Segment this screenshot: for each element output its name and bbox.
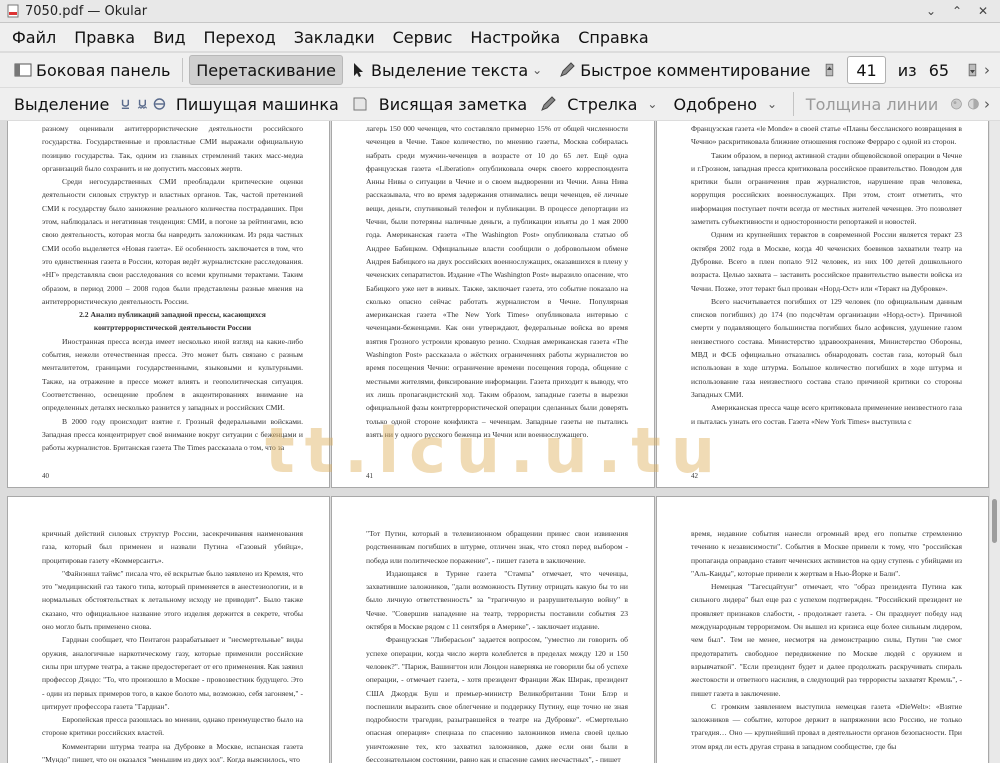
typewriter-tool-button[interactable]: Пишущая машинка [170,90,345,118]
highlight-label: Выделение [14,94,110,114]
stamp-tool-button[interactable]: Одобрено ⌄ [667,90,787,118]
close-icon[interactable]: ✕ [974,2,992,20]
pen-arrow-icon [541,96,556,111]
total-pages: 65 [928,60,950,80]
maximize-icon[interactable]: ⌃ [948,2,966,20]
page-text: лагерь 150 000 чеченцев, что составляло … [332,121,654,441]
paragraph: Немецкая "Тагесцайтунг" отмечает, что "о… [691,582,962,698]
underline-icon[interactable] [119,95,132,113]
browse-tool-button[interactable]: Перетаскивание [189,55,344,85]
browse-tool-label: Перетаскивание [196,60,337,80]
paragraph: Французская "Либерасьон" задается вопрос… [366,635,628,763]
sidebar-label: Боковая панель [36,60,171,80]
page-text: Французская газета «le Monde» в своей ст… [657,121,988,428]
line-width-label: Толщина линии [805,94,939,114]
title-bar: 7050.pdf — Okular ⌄ ⌃ ✕ [0,0,1000,23]
paragraph: Американская пресса чаще всего критикова… [691,403,962,426]
page-number: 41 [366,472,373,480]
menu-tools[interactable]: Сервис [387,28,459,47]
typewriter-label: Пишущая машинка [175,94,339,114]
pdf-file-icon [7,4,19,18]
paragraph: лагерь 150 000 чеченцев, что составляло … [366,124,628,439]
document-view[interactable]: разному оценивали антитеррористические д… [0,121,990,763]
menu-help[interactable]: Справка [572,28,655,47]
paragraph: Издающаяся в Турине газета "Стампа" отме… [366,568,628,632]
cursor-icon [354,63,364,77]
menu-edit[interactable]: Правка [68,28,141,47]
annotation-toolbar: Выделение Пишущая машинка Висящая заметк… [0,88,1000,120]
paragraph: "Тот Путин, который в телевизионном обра… [366,529,628,565]
page-41: лагерь 150 000 чеченцев, что составляло … [331,121,655,488]
paragraph: В 2000 году происходит взятие г. Грозный… [42,416,303,453]
next-page-icon[interactable] [965,61,980,79]
paragraph: Среди негосударственных СМИ преобладали … [42,177,303,306]
sticky-note-tool-button[interactable]: Висящая заметка [345,90,533,118]
paragraph: Таким образом, в период активной стадии … [691,150,962,227]
chevron-down-icon[interactable]: ⌄ [767,97,777,111]
page-text: время, недавние события нанесли огромный… [657,497,988,753]
paragraph: Иностранная пресса всегда имеет нескольк… [42,336,303,413]
menu-file[interactable]: Файл [6,28,62,47]
page-43: кричный действий силовых структур России… [7,496,330,763]
highlight-tool-button[interactable]: Выделение [8,90,115,118]
arrow-tool-button[interactable]: Стрелка ⌄ [533,90,667,118]
stamp-label: Одобрено [673,94,758,114]
paragraph: Комментарии штурма театра на Дубровке в … [42,741,303,763]
text-select-label: Выделение текста [371,60,529,80]
paragraph: С громким заявлением выступила немецкая … [691,701,962,751]
previous-page-icon[interactable] [822,61,837,79]
menu-bar: Файл Правка Вид Переход Закладки Сервис … [0,23,1000,51]
window-title: 7050.pdf — Okular [25,3,148,19]
page-number: 40 [42,472,49,480]
toolbar-separator [793,92,794,116]
page-text: "Тот Путин, который в телевизионном обра… [332,497,654,763]
chevron-down-icon[interactable]: ⌄ [532,63,542,77]
of-label: из [897,60,917,80]
page-text: кричный действий силовых структур России… [8,497,329,763]
paragraph: разному оценивали антитеррористические д… [42,124,303,173]
paragraph: "Файнэншл таймс" писала что, её вскрытые… [42,568,303,632]
scrollbar-thumb[interactable] [992,499,997,543]
pen-icon [560,62,575,77]
page-40: разному оценивали антитеррористические д… [7,121,330,488]
toolbar-overflow-icon[interactable]: › [984,95,990,113]
page-45: время, недавние события нанесли огромный… [656,496,989,763]
paragraph: Европейская пресса разошлась во мнении, … [42,715,303,738]
quick-annotation-button[interactable]: Быстрое комментирование [552,56,816,84]
paragraph: Гардиан сообщает, что Пентагон разрабаты… [42,635,303,711]
page-42: Французская газета «le Monde» в своей ст… [656,121,989,488]
color-picker-icon[interactable] [950,95,963,113]
main-toolbar: Боковая панель Перетаскивание Выделение … [0,53,1000,87]
paragraph: Одним из крупнейших терактов в современн… [691,230,962,293]
minimize-icon[interactable]: ⌄ [922,2,940,20]
strikeout-icon[interactable] [153,95,166,113]
toolbar-overflow-icon[interactable]: › [984,61,990,79]
paragraph: время, недавние события нанесли огромный… [691,529,962,578]
chevron-down-icon[interactable]: ⌄ [647,97,657,111]
opacity-icon[interactable] [967,95,980,113]
page-number-input[interactable]: 41 [847,56,886,84]
page-number: 42 [691,472,698,480]
menu-settings[interactable]: Настройка [464,28,566,47]
menu-view[interactable]: Вид [147,28,191,47]
note-icon [353,97,367,111]
page-text: разному оценивали антитеррористические д… [8,121,329,454]
text-select-tool-button[interactable]: Выделение текста ⌄ [343,56,552,84]
menu-bookmarks[interactable]: Закладки [288,28,381,47]
sidebar-button[interactable]: Боковая панель [8,56,176,84]
toolbar-separator [182,58,184,82]
menu-go[interactable]: Переход [198,28,282,47]
vertical-scrollbar[interactable] [990,121,1000,763]
sidebar-icon [14,63,32,77]
line-width-button[interactable]: Толщина линии [800,90,945,118]
paragraph: Французская газета «le Monde» в своей ст… [691,124,962,147]
squiggly-underline-icon[interactable] [136,95,149,113]
section-heading: 2.2 Анализ публикаций западной прессы, к… [79,310,266,333]
sticky-note-label: Висящая заметка [378,94,528,114]
quick-annotation-label: Быстрое комментирование [580,60,811,80]
arrow-label: Стрелка [567,94,638,114]
paragraph: кричный действий силовых структур России… [42,529,303,565]
page-44: "Тот Путин, который в телевизионном обра… [331,496,655,763]
paragraph: Всего насчитывается погибших от 129 чело… [691,296,962,399]
